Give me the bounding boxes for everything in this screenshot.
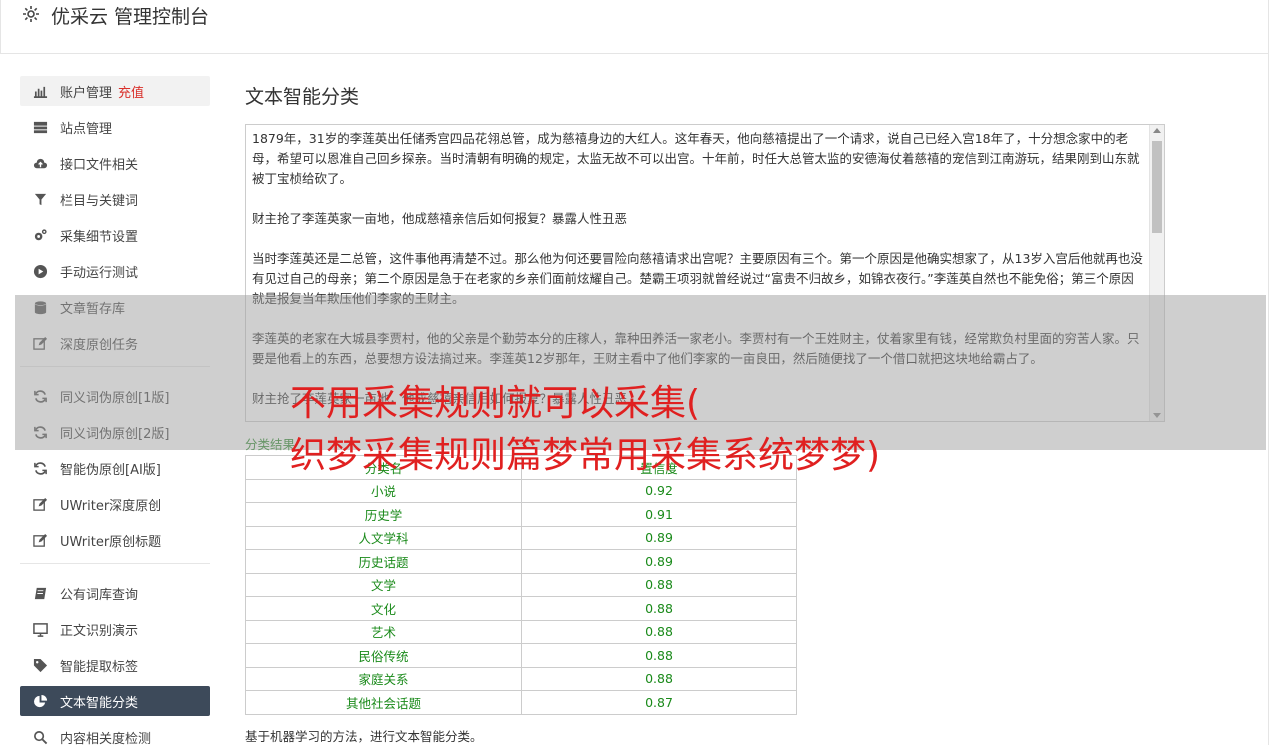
- category-cell: 人文学科: [245, 525, 522, 550]
- category-cell: 历史学: [245, 502, 522, 527]
- sidebar-item-label: 栏目与关键词: [60, 193, 139, 209]
- sidebar-item-label: 站点管理: [60, 121, 113, 137]
- table-row: 小说 0.92: [245, 478, 797, 503]
- sidebar-item-label: 正文识别演示: [60, 623, 139, 639]
- score-cell: 0.87: [521, 690, 797, 715]
- score-cell: 0.92: [521, 478, 797, 503]
- table-row: 家庭关系 0.88: [245, 666, 797, 691]
- sidebar-item-label: 手动运行测试: [60, 265, 139, 281]
- search-icon: [32, 729, 48, 745]
- text-paragraph: 财主抢了李莲英家一亩地，他成慈禧亲信后如何报复？暴露人性丑恶: [252, 211, 628, 226]
- score-cell: 0.88: [521, 572, 797, 597]
- category-cell: 家庭关系: [245, 666, 522, 691]
- sidebar-item-uwriter-deep[interactable]: UWriter深度原创: [20, 489, 210, 519]
- sidebar-item-label: 智能提取标签: [60, 659, 139, 675]
- result-table: 分类名 置信度 小说 0.92 历史学 0.91 人文学科 0.89 历史话题 0.89…: [245, 455, 797, 715]
- pie-chart-icon: [32, 693, 48, 709]
- score-cell: 0.89: [521, 525, 797, 550]
- sidebar-item-label: UWriter深度原创: [60, 498, 162, 514]
- sidebar-item-label: UWriter原创标题: [60, 534, 162, 550]
- tag-icon: [32, 657, 48, 673]
- book-icon: [32, 585, 48, 601]
- sidebar-item-label: 内容相关度检测: [60, 731, 152, 745]
- sidebar-item-relevance[interactable]: 内容相关度检测: [20, 722, 210, 745]
- sidebar-item-interface[interactable]: 接口文件相关: [20, 148, 210, 178]
- sidebar-item-text-classify[interactable]: 文本智能分类: [20, 686, 210, 716]
- gear-icon[interactable]: [21, 4, 41, 24]
- edit-icon: [32, 496, 48, 512]
- category-cell: 文化: [245, 596, 522, 621]
- refresh-icon: [32, 460, 48, 476]
- category-cell: 艺术: [245, 619, 522, 644]
- sidebar-item-uwriter-title[interactable]: UWriter原创标题: [20, 525, 210, 555]
- cloud-upload-icon: [32, 155, 48, 171]
- filter-icon: [32, 191, 48, 207]
- category-cell: 文学: [245, 572, 522, 597]
- main-content: 文本智能分类 1879年，31岁的李莲英出任储秀宫四品花翎总管，成为慈禧身边的大…: [245, 82, 1165, 744]
- page-title: 文本智能分类: [245, 86, 360, 108]
- cogs-icon: [32, 227, 48, 243]
- bar-chart-icon: [32, 83, 48, 99]
- overlay-line-2: 织梦采集规则篇梦常用采集系统梦梦): [290, 435, 881, 476]
- score-cell: 0.91: [521, 502, 797, 527]
- sidebar-item-body-recognition[interactable]: 正文识别演示: [20, 614, 210, 644]
- table-row: 文学 0.88: [245, 572, 797, 597]
- sidebar-item-columns[interactable]: 栏目与关键词: [20, 184, 210, 214]
- sidebar-item-label: 文本智能分类: [60, 695, 139, 711]
- category-cell: 小说: [245, 478, 522, 503]
- app-title: 优采云 管理控制台: [51, 6, 210, 28]
- sidebar-item-label: 账户管理: [60, 85, 113, 101]
- sidebar-item-lexicon[interactable]: 公有词库查询: [20, 578, 210, 608]
- monitor-icon: [32, 621, 48, 637]
- table-row: 民俗传统 0.88: [245, 643, 797, 668]
- table-row: 历史话题 0.89: [245, 549, 797, 574]
- top-bar: 优采云 管理控制台: [0, 0, 1268, 54]
- sidebar-item-label: 公有词库查询: [60, 587, 139, 603]
- scroll-thumb[interactable]: [1152, 141, 1162, 233]
- play-circle-icon: [32, 263, 48, 279]
- score-cell: 0.88: [521, 619, 797, 644]
- score-cell: 0.89: [521, 549, 797, 574]
- text-paragraph: 1879年，31岁的李莲英出任储秀宫四品花翎总管，成为慈禧身边的大红人。这年春天…: [252, 131, 1140, 186]
- score-cell: 0.88: [521, 666, 797, 691]
- category-cell: 民俗传统: [245, 643, 522, 668]
- sidebar-item-sites[interactable]: 站点管理: [20, 112, 210, 142]
- overlay-caption: 不用采集规则就可以采集( 织梦采集规则篇梦常用采集系统梦梦): [290, 378, 880, 482]
- table-row: 文化 0.88: [245, 596, 797, 621]
- sidebar-divider: [20, 563, 210, 564]
- scroll-up-icon[interactable]: [1153, 128, 1161, 133]
- table-row: 艺术 0.88: [245, 619, 797, 644]
- sidebar-item-label: 接口文件相关: [60, 157, 139, 173]
- category-cell: 历史话题: [245, 549, 522, 574]
- recharge-link[interactable]: 充值: [118, 82, 144, 101]
- sidebar-item-manual-run[interactable]: 手动运行测试: [20, 256, 210, 286]
- score-cell: 0.88: [521, 643, 797, 668]
- category-cell: 其他社会话题: [245, 690, 522, 715]
- page-scrollbar[interactable]: [1268, 0, 1280, 745]
- sidebar-item-account[interactable]: 账户管理 充值: [20, 76, 210, 106]
- footnote: 基于机器学习的方法，进行文本智能分类。: [245, 729, 483, 744]
- sidebar-item-label: 采集细节设置: [60, 229, 139, 245]
- edit-icon: [32, 532, 48, 548]
- table-row: 人文学科 0.89: [245, 525, 797, 550]
- sidebar-item-collect-settings[interactable]: 采集细节设置: [20, 220, 210, 250]
- sidebar-item-tag-extract[interactable]: 智能提取标签: [20, 650, 210, 680]
- server-icon: [32, 119, 48, 135]
- sidebar-item-label: 智能伪原创[AI版]: [60, 462, 161, 478]
- sidebar-item-ai-rewrite[interactable]: 智能伪原创[AI版]: [20, 453, 210, 483]
- table-row: 其他社会话题 0.87: [245, 690, 797, 715]
- overlay-line-1: 不用采集规则就可以采集(: [290, 383, 701, 424]
- score-cell: 0.88: [521, 596, 797, 621]
- table-row: 历史学 0.91: [245, 502, 797, 527]
